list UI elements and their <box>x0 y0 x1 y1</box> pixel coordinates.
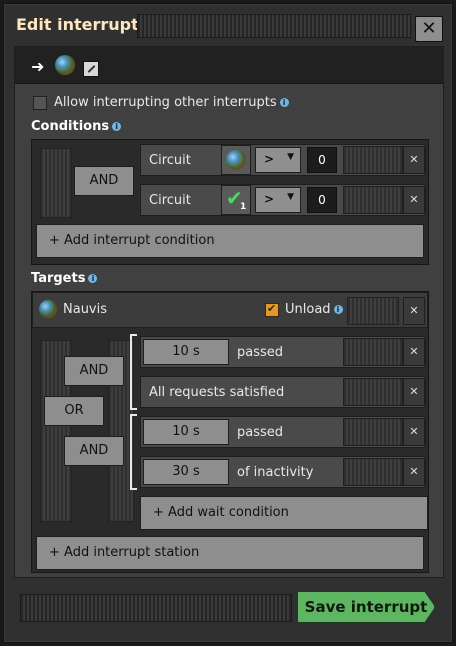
condition-value-field[interactable]: 0 <box>307 187 337 213</box>
wait-and-button-2[interactable]: AND <box>64 436 124 466</box>
row-drag-handle[interactable] <box>343 186 403 214</box>
interrupt-content: ➜ Allow interrupting other interrupts i C… <box>14 46 444 578</box>
wait-condition-row: All requests satisfied ✕ <box>140 376 426 408</box>
and-bracket <box>130 414 137 490</box>
add-condition-label: + Add interrupt condition <box>49 233 215 248</box>
planet-nauvis-icon <box>55 55 75 75</box>
close-icon: ✕ <box>409 425 419 438</box>
close-icon: ✕ <box>421 18 437 39</box>
close-icon: ✕ <box>409 385 419 398</box>
unload-text: Unload <box>285 302 331 317</box>
targets-title: Targets i <box>31 271 98 286</box>
station-name: Nauvis <box>63 302 108 317</box>
signal-slot[interactable] <box>221 145 251 175</box>
chevron-down-icon: ▼ <box>287 192 294 202</box>
condition-label: Circuit <box>149 193 191 208</box>
close-icon: ✕ <box>409 465 419 478</box>
time-value-button[interactable]: 30 s <box>143 459 229 485</box>
wait-or-button[interactable]: OR <box>44 396 104 426</box>
targets-panel: Nauvis Unloadi ✕ AND OR AND 10 s passed <box>31 291 429 573</box>
add-interrupt-condition-button[interactable]: + Add interrupt condition <box>36 224 424 258</box>
title-bar: Edit interrupt ✕ <box>4 4 452 44</box>
edit-name-icon[interactable] <box>83 61 99 77</box>
row-drag-handle[interactable] <box>343 418 403 446</box>
comparator-value: > <box>264 152 275 166</box>
condition-grip[interactable] <box>40 148 72 218</box>
comparator-dropdown[interactable]: > ▼ <box>255 187 301 213</box>
row-drag-handle[interactable] <box>343 378 403 406</box>
condition-row: Circuit ✔ 1 > ▼ 0 ✕ <box>140 184 426 216</box>
wait-condition-text: of inactivity <box>237 465 314 480</box>
conditions-title-text: Conditions <box>31 119 110 134</box>
targets-title-text: Targets <box>31 271 86 286</box>
window-title: Edit interrupt <box>16 15 139 34</box>
arrow-right-icon: ➜ <box>31 57 45 76</box>
wait-condition-row: 10 s passed ✕ <box>140 416 426 448</box>
add-interrupt-station-button[interactable]: + Add interrupt station <box>36 536 424 570</box>
condition-value-field[interactable]: 0 <box>307 147 337 173</box>
signal-count: 1 <box>240 202 247 212</box>
add-wait-label: + Add wait condition <box>153 505 289 520</box>
close-icon: ✕ <box>409 193 419 206</box>
close-icon: ✕ <box>409 153 419 166</box>
allow-interrupting-text: Allow interrupting other interrupts <box>54 95 277 110</box>
drag-handle[interactable] <box>20 594 292 622</box>
close-icon: ✕ <box>409 304 419 317</box>
info-icon: i <box>333 305 343 314</box>
row-drag-handle[interactable] <box>347 297 399 325</box>
remove-wait-condition-button[interactable]: ✕ <box>403 378 425 406</box>
wait-condition-text: passed <box>237 345 284 360</box>
unload-checkbox[interactable] <box>265 302 279 317</box>
add-wait-condition-button[interactable]: + Add wait condition <box>140 496 428 530</box>
remove-wait-condition-button[interactable]: ✕ <box>403 338 425 366</box>
info-icon: i <box>279 98 289 107</box>
allow-interrupting-label: Allow interrupting other interrupts i <box>54 95 289 110</box>
unload-label: Unload i <box>285 302 343 317</box>
info-icon: i <box>88 274 98 283</box>
condition-and-button[interactable]: AND <box>74 166 134 196</box>
wait-condition-row: 10 s passed ✕ <box>140 336 426 368</box>
wait-condition-text: passed <box>237 425 284 440</box>
conditions-title: Conditions i <box>31 119 122 134</box>
planet-nauvis-icon <box>226 150 246 170</box>
close-button[interactable]: ✕ <box>415 16 443 42</box>
and-bracket <box>130 334 137 410</box>
chevron-down-icon: ▼ <box>287 152 294 162</box>
row-drag-handle[interactable] <box>343 338 403 366</box>
condition-label: Circuit <box>149 153 191 168</box>
remove-condition-button[interactable]: ✕ <box>403 146 425 174</box>
info-icon: i <box>112 122 122 131</box>
time-value-button[interactable]: 10 s <box>143 419 229 445</box>
add-station-label: + Add interrupt station <box>49 545 200 560</box>
condition-row: Circuit > ▼ 0 ✕ <box>140 144 426 176</box>
station-row: Nauvis Unloadi ✕ <box>32 292 428 328</box>
save-interrupt-button[interactable]: Save interrupt <box>297 591 435 623</box>
comparator-value: > <box>264 192 275 206</box>
interrupt-name-bar: ➜ <box>15 47 443 84</box>
remove-wait-condition-button[interactable]: ✕ <box>403 418 425 446</box>
drag-handle[interactable] <box>137 14 411 38</box>
row-drag-handle[interactable] <box>343 146 403 174</box>
wait-condition-text: All requests satisfied <box>149 385 285 400</box>
remove-wait-condition-button[interactable]: ✕ <box>403 458 425 486</box>
signal-slot[interactable]: ✔ 1 <box>221 185 251 215</box>
remove-condition-button[interactable]: ✕ <box>403 186 425 214</box>
comparator-dropdown[interactable]: > ▼ <box>255 147 301 173</box>
time-value-button[interactable]: 10 s <box>143 339 229 365</box>
planet-nauvis-icon <box>39 300 57 318</box>
footer-bar: Save interrupt <box>14 586 442 628</box>
wait-and-button-1[interactable]: AND <box>64 356 124 386</box>
row-drag-handle[interactable] <box>343 458 403 486</box>
edit-interrupt-window: Edit interrupt ✕ ➜ Allow interrupting ot… <box>3 3 453 643</box>
remove-station-button[interactable]: ✕ <box>403 297 425 325</box>
allow-interrupting-checkbox[interactable] <box>33 96 47 110</box>
conditions-panel: AND Circuit > ▼ 0 ✕ Circuit ✔ 1 > ▼ 0 ✕ … <box>31 139 429 265</box>
wait-condition-row: 30 s of inactivity ✕ <box>140 456 426 488</box>
close-icon: ✕ <box>409 345 419 358</box>
